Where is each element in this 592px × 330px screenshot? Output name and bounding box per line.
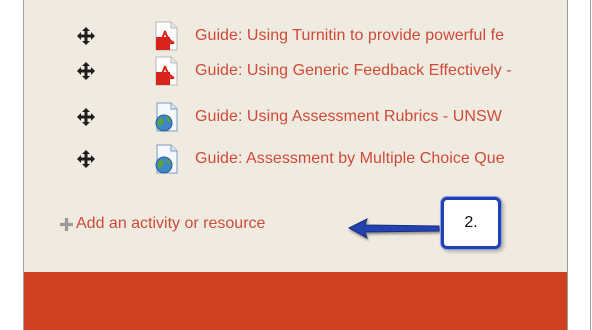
window-edge (567, 0, 590, 330)
add-activity-link[interactable]: Add an activity or resource (60, 213, 265, 235)
web-page-icon[interactable] (153, 102, 179, 132)
pdf-icon[interactable] (153, 56, 179, 86)
resource-row: Guide: Using Assessment Rubrics - UNSW (24, 102, 590, 132)
arrow-left-icon (347, 218, 440, 240)
add-activity-label: Add an activity or resource (76, 215, 266, 232)
web-page-icon[interactable] (153, 144, 179, 174)
move-icon[interactable] (77, 150, 95, 168)
move-icon[interactable] (77, 27, 95, 45)
pdf-icon[interactable] (153, 21, 179, 51)
plus-icon (60, 217, 73, 231)
resource-link[interactable]: Guide: Assessment by Multiple Choice Que (195, 150, 505, 168)
resource-link[interactable]: Guide: Using Turnitin to provide powerfu… (195, 27, 504, 45)
move-icon[interactable] (77, 108, 95, 126)
move-icon[interactable] (77, 62, 95, 80)
resource-row: Guide: Assessment by Multiple Choice Que (24, 144, 590, 174)
resource-row: Guide: Using Turnitin to provide powerfu… (24, 21, 590, 51)
resource-link[interactable]: Guide: Using Assessment Rubrics - UNSW (195, 108, 502, 126)
footer-bar (24, 272, 567, 330)
resource-row: Guide: Using Generic Feedback Effectivel… (24, 56, 590, 86)
resource-link[interactable]: Guide: Using Generic Feedback Effectivel… (195, 62, 512, 80)
callout-box: 2. (441, 197, 501, 249)
